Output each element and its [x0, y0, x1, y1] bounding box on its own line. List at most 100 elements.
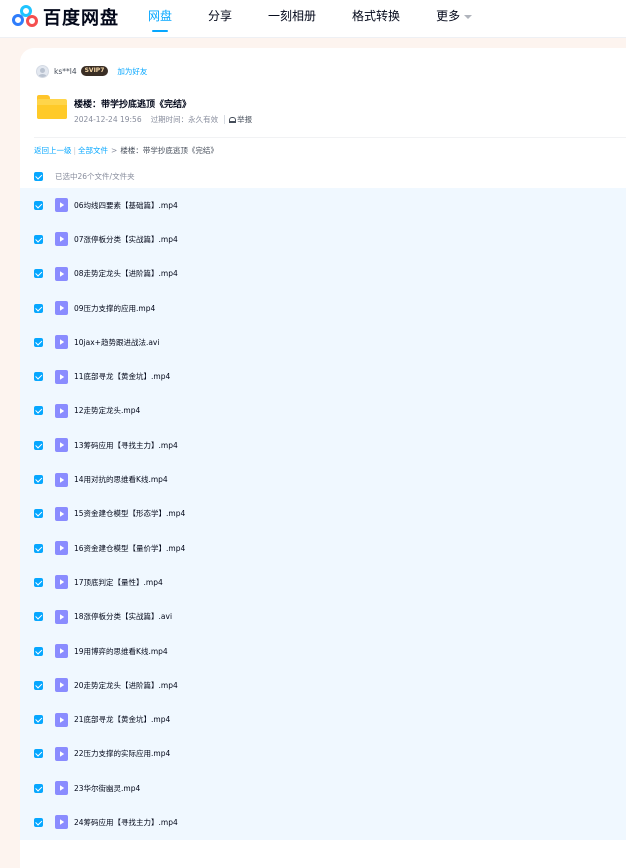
video-file-icon [55, 198, 68, 213]
video-file-icon [55, 678, 68, 693]
breadcrumb-divider: | [73, 146, 77, 155]
video-file-icon [55, 815, 68, 830]
file-name: 13筹码应用【寻找主力】.mp4 [74, 440, 178, 450]
video-file-icon [55, 644, 68, 658]
file-name: 09压力支撑的应用.mp4 [74, 303, 156, 313]
file-row[interactable]: 16资金建仓模型【量价学】.mp4 [20, 530, 626, 566]
file-name: 22压力支撑的实际应用.mp4 [74, 749, 171, 759]
file-row[interactable]: 15资金建仓模型【形态学】.mp4 [20, 496, 626, 531]
file-row[interactable]: 13筹码应用【寻找主力】.mp4 [20, 428, 626, 463]
meta-divider [224, 115, 226, 124]
nav-item-share[interactable]: 分享 [208, 0, 232, 37]
file-checkbox[interactable] [34, 475, 43, 485]
file-row[interactable]: 18涨停板分类【实战篇】.avi [20, 599, 626, 634]
video-file-icon [55, 232, 68, 247]
file-row[interactable]: 08走势定龙头【进阶篇】.mp4 [20, 256, 626, 291]
file-row[interactable]: 07涨停板分类【实战篇】.mp4 [20, 222, 626, 257]
file-row[interactable]: 21底部寻龙【黄金坑】.mp4 [20, 702, 626, 737]
file-checkbox[interactable] [34, 440, 43, 450]
file-row[interactable]: 17顶底判定【量性】.mp4 [20, 565, 626, 600]
file-checkbox[interactable] [34, 646, 43, 656]
avatar[interactable] [36, 64, 49, 78]
file-name: 18涨停板分类【实战篇】.avi [74, 612, 173, 622]
video-file-icon [55, 369, 68, 384]
file-name: 16资金建仓模型【量价学】.mp4 [74, 543, 186, 553]
file-name: 24筹码应用【寻找主力】.mp4 [74, 817, 178, 827]
video-file-icon [55, 712, 68, 727]
file-row[interactable]: 12走势定龙头.mp4 [20, 393, 626, 429]
add-friend-link[interactable]: 加为好友 [117, 66, 147, 77]
video-file-icon [55, 301, 68, 316]
report-icon [229, 116, 237, 123]
nav-item-format-convert[interactable]: 格式转换 [352, 0, 400, 37]
video-file-icon [55, 541, 68, 556]
sharer-name: ks**l4 [54, 66, 77, 76]
file-name: 21底部寻龙【黄金坑】.mp4 [74, 715, 171, 725]
file-checkbox[interactable] [34, 543, 43, 553]
file-checkbox[interactable] [34, 406, 43, 416]
select-all-checkbox[interactable] [34, 171, 43, 181]
video-file-icon [55, 335, 68, 350]
report-link[interactable]: 举报 [237, 114, 252, 125]
video-file-icon [55, 403, 68, 418]
nav-more-label: 更多 [436, 9, 461, 23]
file-name: 17顶底判定【量性】.mp4 [74, 577, 163, 587]
sharer-info: ks**l4 SVIP7 加为好友 [36, 64, 147, 78]
file-row[interactable]: 22压力支撑的实际应用.mp4 [20, 736, 626, 772]
file-row[interactable]: 19用博弈的思维看K线.mp4 [20, 633, 626, 669]
svip-badge: SVIP7 [80, 66, 109, 76]
file-row[interactable]: 20走势定龙头【进阶篇】.mp4 [20, 668, 626, 703]
nav-item-netdisk[interactable]: 网盘 [148, 0, 172, 37]
file-checkbox[interactable] [34, 715, 43, 725]
video-file-icon [55, 472, 68, 487]
breadcrumb-current: 楼楼：带学抄底逃顶《完结》 [120, 146, 218, 155]
file-checkbox[interactable] [34, 234, 43, 244]
file-checkbox[interactable] [34, 577, 43, 587]
share-card: ks**l4 SVIP7 加为好友 楼楼：带学抄底逃顶《完结》 2024-12-… [20, 48, 626, 868]
file-name: 08走势定龙头【进阶篇】.mp4 [74, 269, 178, 279]
header-divider [34, 137, 626, 138]
file-row[interactable]: 10jax+趋势跟进战法.avi [20, 325, 626, 360]
file-name: 20走势定龙头【进阶篇】.mp4 [74, 680, 178, 690]
folder-icon [37, 95, 67, 119]
file-checkbox[interactable] [34, 269, 43, 279]
nav-item-more[interactable]: 更多 [436, 0, 473, 37]
main-nav: 网盘 分享 一刻相册 格式转换 更多 [148, 0, 508, 37]
nav-item-album[interactable]: 一刻相册 [268, 0, 316, 37]
file-row[interactable]: 23华尔街幽灵.mp4 [20, 771, 626, 806]
file-checkbox[interactable] [34, 200, 43, 210]
share-title: 楼楼：带学抄底逃顶《完结》 [74, 100, 192, 110]
file-name: 15资金建仓模型【形态学】.mp4 [74, 509, 186, 519]
video-file-icon [55, 506, 68, 521]
chevron-down-icon [464, 14, 473, 19]
file-checkbox[interactable] [34, 612, 43, 622]
file-row[interactable]: 06均线四要素【基础篇】.mp4 [20, 188, 626, 223]
file-row[interactable]: 24筹码应用【寻找主力】.mp4 [20, 805, 626, 840]
top-navigation-bar: 百度网盘 网盘 分享 一刻相册 格式转换 更多 [0, 0, 626, 38]
file-checkbox[interactable] [34, 817, 43, 827]
file-checkbox[interactable] [34, 783, 43, 793]
file-name: 07涨停板分类【实战篇】.mp4 [74, 234, 178, 244]
file-list: 06均线四要素【基础篇】.mp4 07涨停板分类【实战篇】.mp4 08走势定龙头【… [20, 188, 626, 840]
file-row[interactable]: 09压力支撑的应用.mp4 [20, 290, 626, 326]
logo-text: 百度网盘 [43, 8, 119, 29]
logo-icon [12, 5, 39, 29]
breadcrumb: 返回上一级 | 全部文件 > 楼楼：带学抄底逃顶《完结》 [34, 145, 218, 156]
baidu-netdisk-logo[interactable]: 百度网盘 [12, 5, 119, 29]
file-checkbox[interactable] [34, 749, 43, 759]
file-checkbox[interactable] [34, 372, 43, 382]
file-checkbox[interactable] [34, 509, 43, 519]
file-name: 11底部寻龙【黄金坑】.mp4 [74, 372, 171, 382]
file-checkbox[interactable] [34, 680, 43, 690]
breadcrumb-all-files-link[interactable]: 全部文件 [78, 146, 108, 155]
file-row[interactable]: 11底部寻龙【黄金坑】.mp4 [20, 359, 626, 394]
share-meta: 2024-12-24 19:56 过期时间：永久有效 举报 [74, 114, 252, 125]
file-row[interactable]: 14用对抗的思维看K线.mp4 [20, 462, 626, 497]
file-checkbox[interactable] [34, 337, 43, 347]
video-file-icon [55, 609, 68, 624]
file-name: 19用博弈的思维看K线.mp4 [74, 646, 168, 656]
file-checkbox[interactable] [34, 303, 43, 313]
breadcrumb-back-link[interactable]: 返回上一级 [34, 146, 72, 155]
file-name: 10jax+趋势跟进战法.avi [74, 337, 160, 347]
video-file-icon [55, 575, 68, 590]
